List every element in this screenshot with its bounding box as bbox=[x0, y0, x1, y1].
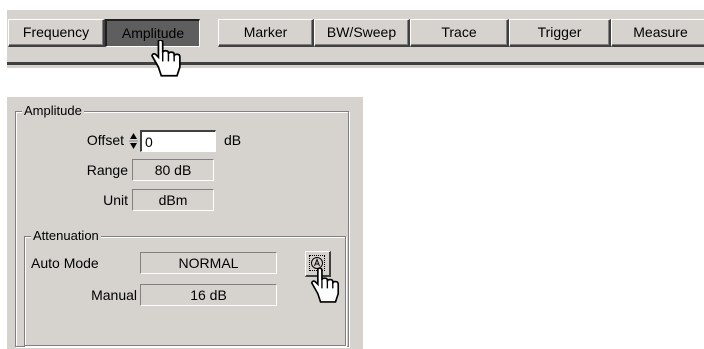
tab-frequency[interactable]: Frequency bbox=[8, 19, 105, 47]
tab-trace[interactable]: Trace bbox=[410, 19, 509, 47]
offset-spinner[interactable] bbox=[129, 130, 138, 152]
tab-measure[interactable]: Measure bbox=[611, 19, 704, 47]
range-field[interactable]: 80 dB bbox=[132, 159, 214, 181]
attenuation-group-title: Attenuation bbox=[31, 228, 101, 244]
amplitude-panel: Amplitude Offset 0 dB Range 80 dB Unit d… bbox=[7, 97, 363, 349]
menu-bar-divider bbox=[7, 62, 704, 65]
auto-mode-label: Auto Mode bbox=[31, 255, 99, 271]
range-label: Range bbox=[86, 162, 128, 178]
unit-field[interactable]: dBm bbox=[132, 189, 214, 211]
tab-marker[interactable]: Marker bbox=[218, 19, 314, 47]
auto-attenuation-button[interactable] bbox=[305, 251, 331, 277]
attenuation-group: Attenuation Auto Mode NORMAL Manual 16 d… bbox=[24, 228, 346, 346]
tab-trigger[interactable]: Trigger bbox=[509, 19, 611, 47]
unit-label: Unit bbox=[103, 192, 128, 208]
manual-label: Manual bbox=[91, 287, 137, 303]
amplitude-group-title: Amplitude bbox=[22, 103, 84, 119]
amplitude-group: Amplitude Offset 0 dB Range 80 dB Unit d… bbox=[15, 103, 349, 347]
offset-label: Offset bbox=[86, 132, 124, 148]
tab-amplitude[interactable]: Amplitude bbox=[105, 19, 200, 47]
offset-input[interactable]: 0 bbox=[140, 130, 216, 152]
menu-bar: Frequency Amplitude Marker BW/Sweep Trac… bbox=[7, 9, 704, 68]
offset-unit: dB bbox=[224, 132, 242, 148]
auto-mode-field[interactable]: NORMAL bbox=[140, 252, 277, 274]
auto-a-icon bbox=[311, 257, 323, 269]
tab-bw-sweep[interactable]: BW/Sweep bbox=[314, 19, 410, 47]
manual-field[interactable]: 16 dB bbox=[140, 284, 277, 306]
